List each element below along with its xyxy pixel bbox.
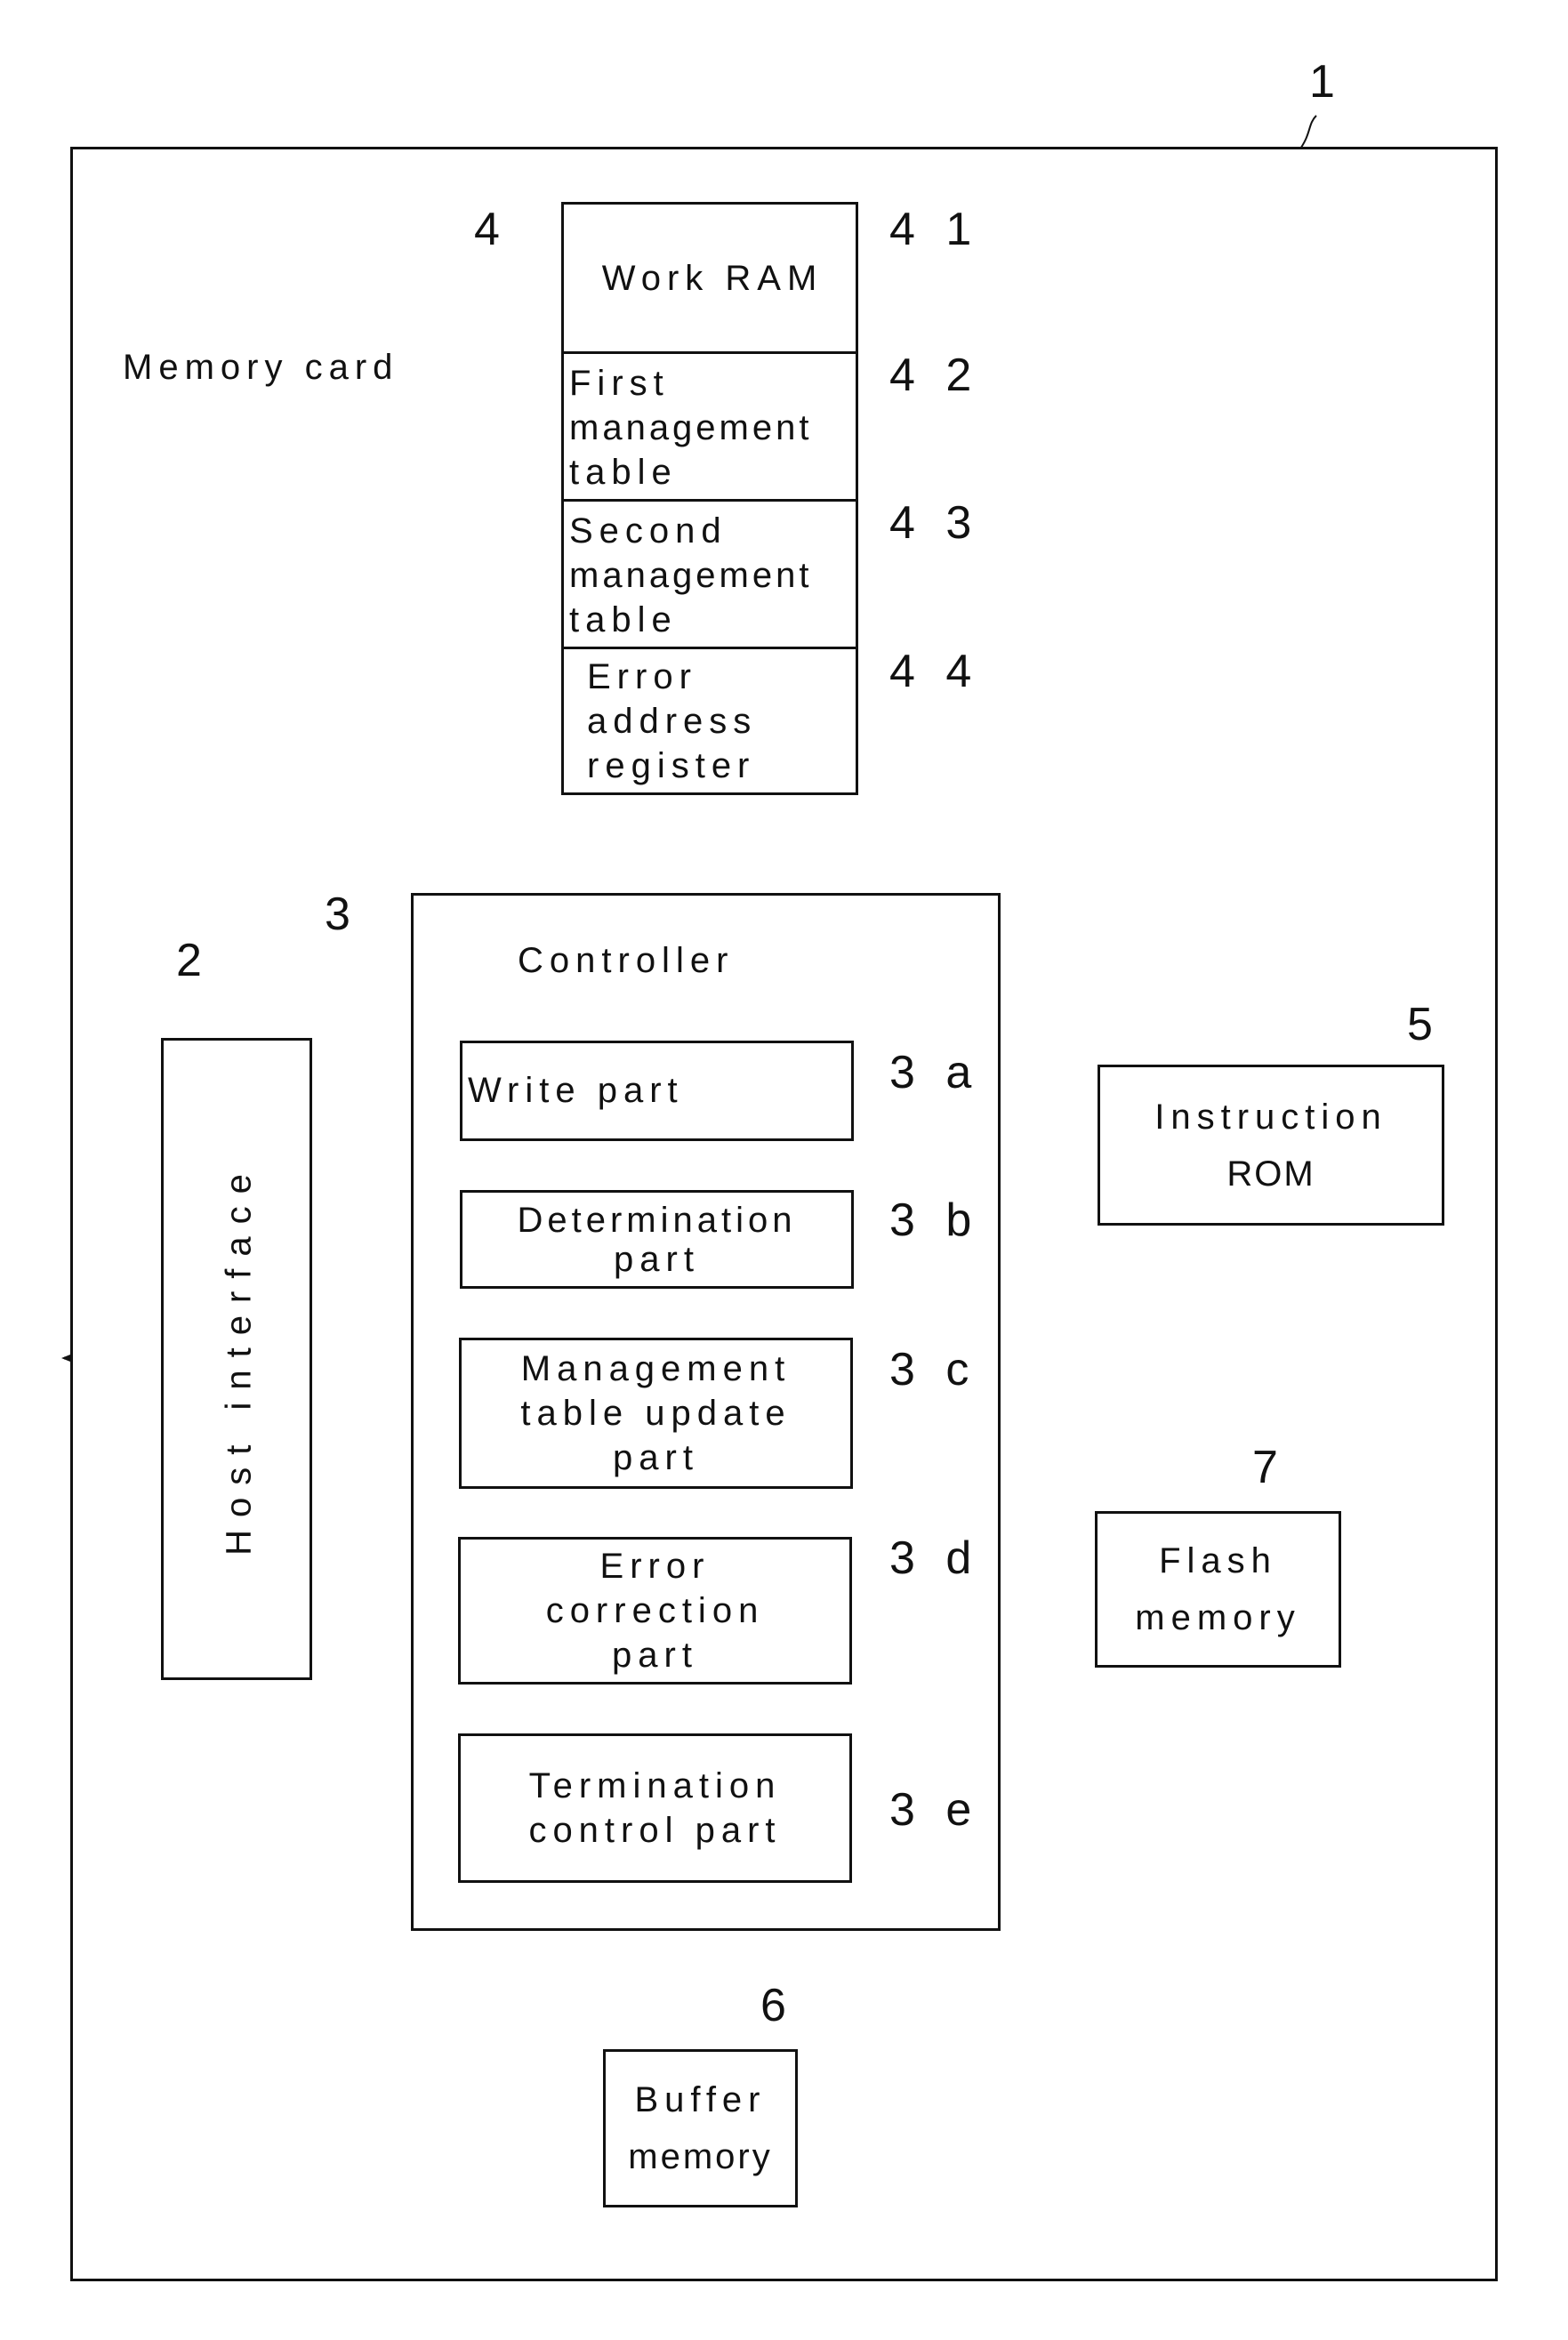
ref-42: 4 2 xyxy=(889,350,981,401)
ref-3b: 3 b xyxy=(889,1194,981,1246)
memory-card-label: Memory card xyxy=(123,348,399,387)
ref-44: 4 4 xyxy=(889,646,981,697)
write-part-box: Write part xyxy=(460,1041,854,1141)
ref-5: 5 xyxy=(1407,999,1442,1050)
error-address-register-cell: Error address register xyxy=(587,657,758,785)
second-management-table-cell: Second management table xyxy=(564,502,856,649)
determination-part-box: Determination part xyxy=(460,1190,854,1289)
ref-2: 2 xyxy=(176,935,211,986)
host-interface-label: Host interface xyxy=(219,1162,259,1556)
ref-41: 4 1 xyxy=(889,204,981,255)
ref-1: 1 xyxy=(1309,56,1344,108)
ref-3c: 3 c xyxy=(889,1344,978,1395)
termination-control-part-box: Termination control part xyxy=(458,1733,852,1883)
leader-1 xyxy=(1298,115,1317,152)
ref-3d: 3 d xyxy=(889,1532,981,1584)
controller-title: Controller xyxy=(518,941,735,980)
ref-3a: 3 a xyxy=(889,1047,981,1098)
ref-3e: 3 e xyxy=(889,1784,981,1836)
work-ram-cell: Work RAM xyxy=(564,205,856,354)
host-interface-box: Host interface xyxy=(161,1038,312,1680)
error-correction-part-box: Error correction part xyxy=(458,1537,852,1685)
ref-43: 4 3 xyxy=(889,497,981,549)
work-ram-stack: Work RAM First management table Second m… xyxy=(561,202,858,795)
ref-3: 3 xyxy=(325,889,359,940)
ref-7: 7 xyxy=(1252,1442,1287,1493)
management-table-update-part-box: Management table update part xyxy=(459,1338,853,1489)
first-management-table-cell: First management table xyxy=(564,354,856,502)
flash-memory-box: Flash memory xyxy=(1095,1511,1341,1668)
ref-6: 6 xyxy=(760,1980,795,2031)
instruction-rom-box: Instruction ROM xyxy=(1098,1065,1444,1226)
buffer-memory-box: Buffer memory xyxy=(603,2049,798,2207)
ref-4: 4 xyxy=(474,204,509,255)
